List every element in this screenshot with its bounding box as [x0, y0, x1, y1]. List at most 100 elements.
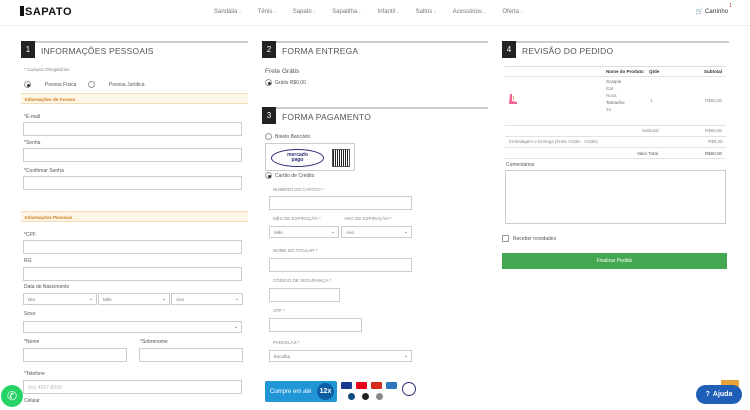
cpf-label: *CPF	[24, 232, 36, 238]
menu-item-infantil[interactable]: Infantil⌄	[378, 9, 400, 15]
first-name-label: *Nome	[24, 339, 40, 345]
card-cpf-field[interactable]	[269, 318, 362, 332]
radio-free-shipping[interactable]	[265, 79, 272, 86]
first-name-field[interactable]	[23, 348, 127, 362]
phone-label: *Telefone	[24, 371, 45, 377]
brand-logo[interactable]: SAPATO	[20, 6, 72, 18]
chevron-down-icon: ⌄	[312, 9, 317, 14]
rg-label: RG	[24, 258, 32, 264]
required-note: * Campos Obrigatórios	[24, 67, 70, 72]
email-field[interactable]	[23, 122, 242, 136]
menu-item-sapatilha[interactable]: Sapatilha⌄	[332, 9, 361, 15]
credit-card-label: Cartão de Crédito	[275, 173, 315, 179]
phone-field[interactable]: (xx) 4567-8900	[23, 380, 242, 394]
product-thumbnail[interactable]	[508, 93, 518, 105]
menu-item-tenis[interactable]: Tênis⌄	[258, 9, 277, 15]
section-number: 4	[502, 41, 516, 58]
product-size-value: 34	[606, 107, 612, 112]
chevron-down-icon: ⌄	[403, 229, 408, 235]
mercado-pago-small-icon	[402, 382, 416, 396]
chevron-down-icon: ⌄	[520, 9, 524, 14]
last-name-field[interactable]	[139, 348, 243, 362]
section-title: FORMA PAGAMENTO	[282, 111, 372, 122]
whatsapp-icon[interactable]: ✆	[1, 385, 23, 407]
password-label: *Senha	[24, 140, 41, 146]
installments-select[interactable]: Escolha ⌄	[269, 350, 412, 362]
exp-month-label: MÊS DE EXPIRAÇÃO *	[273, 216, 321, 221]
exp-month-select[interactable]: Mês ⌄	[269, 226, 339, 238]
cart-count-badge: 1	[729, 3, 732, 9]
card-cpf-label: CPF *	[273, 308, 286, 313]
sex-label: Sexo	[24, 311, 36, 317]
col-product-name: Nome do Produto	[606, 69, 644, 74]
card-number-field[interactable]	[269, 196, 412, 210]
product-color-value: Rosa	[606, 93, 617, 98]
cvv-field[interactable]	[269, 288, 340, 302]
newsletter-label: Receber novidades	[513, 236, 557, 242]
menu-item-acessorios[interactable]: Acessórios⌄	[453, 9, 487, 15]
chevron-down-icon: ⌄	[482, 9, 487, 14]
last-name-label: *Sobrenome	[140, 339, 168, 345]
installments-banner: Compre em até 12x	[265, 381, 337, 402]
product-size-label: Tamanho	[606, 100, 625, 105]
amex-icon	[386, 382, 397, 389]
card-number-label: NÚMERO DO CARTÃO *	[273, 187, 324, 192]
birth-day-select[interactable]: Dia ⌄	[23, 293, 97, 305]
menu-item-sapato[interactable]: Sapato⌄	[293, 9, 316, 15]
comments-textarea[interactable]	[505, 170, 726, 224]
menu-item-oferta[interactable]: Oferta⌄	[502, 9, 523, 15]
payment-methods-logos	[340, 381, 422, 403]
shipping-label: Embalagem e Entrega (Frete Grátis - Grát…	[509, 139, 598, 144]
chevron-down-icon: ⌄	[88, 296, 93, 302]
radio-pessoa-juridica[interactable]	[88, 81, 95, 88]
label-pessoa-fisica: Pessoa Física	[45, 82, 77, 88]
cpf-field[interactable]	[23, 240, 242, 254]
rg-field[interactable]	[23, 267, 242, 281]
chevron-down-icon: ⌄	[161, 296, 166, 302]
birth-month-select[interactable]: Mês ⌄	[98, 293, 170, 305]
installments-label: PARCELAS *	[273, 340, 300, 345]
mastercard-icon	[356, 382, 367, 389]
menu-item-sandalia[interactable]: Sandália⌄	[214, 9, 242, 15]
help-button[interactable]: ? Ajuda	[696, 385, 742, 404]
section-review-header: 4 REVISÃO DO PEDIDO	[502, 41, 729, 58]
chevron-down-icon: ⌄	[238, 9, 242, 14]
col-subtotal: Subtotal	[704, 69, 722, 74]
newsletter-checkbox[interactable]	[502, 235, 509, 242]
mercado-pago-box: mercado pago	[265, 143, 355, 171]
password-field[interactable]	[23, 148, 242, 162]
elo-icon	[362, 393, 369, 400]
chevron-down-icon: ⌄	[403, 353, 408, 359]
divider	[505, 136, 726, 137]
radio-pessoa-fisica[interactable]	[24, 81, 31, 88]
total-label: Valor Total	[637, 151, 658, 156]
access-info-band: Informações de Acesso	[21, 93, 248, 104]
radio-boleto[interactable]	[265, 133, 272, 140]
finalize-order-button[interactable]: Finalizar Pedido	[502, 253, 727, 269]
section-number: 1	[21, 41, 35, 58]
personal-info-band: Informações Pessoais	[21, 211, 248, 222]
confirm-password-field[interactable]	[23, 176, 242, 190]
birth-year-select[interactable]: Ano ⌄	[171, 293, 243, 305]
installments-badge: 12x	[317, 383, 334, 400]
boleto-label: Boleto Bancário	[275, 134, 311, 140]
divider	[505, 158, 726, 159]
divider	[505, 125, 726, 126]
question-icon: ?	[705, 391, 710, 398]
holder-name-field[interactable]	[269, 258, 412, 272]
radio-credit-card[interactable]	[265, 172, 272, 179]
birth-date-label: Data de Nascimento	[24, 284, 70, 290]
free-shipping-title: Frete Grátis	[265, 68, 300, 75]
menu-item-saltos[interactable]: Saltos⌄	[416, 9, 437, 15]
cart-link[interactable]: 🛒 Carrinho	[696, 8, 728, 15]
mobile-label: Celular	[24, 398, 40, 404]
mercado-pago-logo: mercado pago	[271, 149, 324, 167]
divider	[505, 76, 726, 77]
main-menu: Sandália⌄ Tênis⌄ Sapato⌄ Sapatilha⌄ Infa…	[214, 9, 539, 15]
section-personal-header: 1 INFORMAÇÕES PESSOAIS	[21, 41, 248, 58]
shipping-value: R$0,00	[708, 139, 723, 144]
sex-select[interactable]: ⌄	[23, 321, 242, 333]
chevron-down-icon: ⌄	[273, 9, 277, 14]
product-name: Scarpin	[606, 79, 622, 84]
exp-year-select[interactable]: Ano ⌄	[341, 226, 412, 238]
